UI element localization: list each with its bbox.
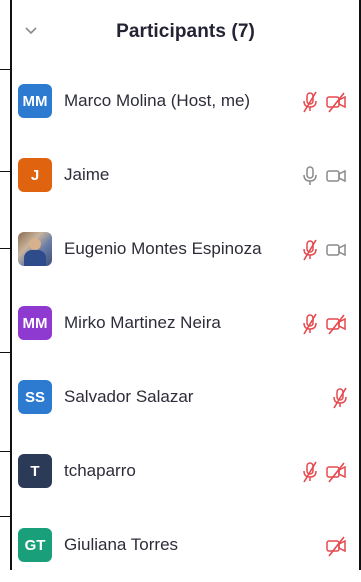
collapse-chevron-icon[interactable] bbox=[20, 20, 42, 42]
participant-name: Mirko Martinez Neira bbox=[64, 313, 221, 332]
participant-name: tchaparro bbox=[64, 461, 136, 480]
participant-row[interactable]: Ttchaparro bbox=[12, 434, 359, 508]
participant-name: Salvador Salazar bbox=[64, 387, 194, 406]
mic-muted-icon[interactable] bbox=[299, 313, 321, 335]
avatar: SS bbox=[18, 380, 52, 414]
left-tick bbox=[0, 516, 12, 517]
avatar: GT bbox=[18, 528, 52, 562]
participant-row[interactable]: Eugenio Montes Espinoza bbox=[12, 212, 359, 286]
participant-status-icons bbox=[299, 286, 359, 360]
mic-icon[interactable] bbox=[299, 165, 321, 187]
left-tick bbox=[0, 451, 12, 452]
participant-status-icons bbox=[299, 360, 359, 434]
video-icon[interactable] bbox=[325, 239, 347, 261]
video-icon[interactable] bbox=[325, 165, 347, 187]
participant-name: Jaime bbox=[64, 165, 110, 184]
participants-panel: Participants (7) MM Marco Molina (Host, m… bbox=[0, 0, 361, 570]
participant-status-icons bbox=[299, 508, 359, 582]
participant-list: MM Marco Molina (Host, me) J Jaime Eugenio M… bbox=[12, 64, 359, 582]
participant-row[interactable]: MM Mirko Martinez Neira bbox=[12, 286, 359, 360]
participant-status-icons bbox=[299, 138, 359, 212]
video-off-icon[interactable] bbox=[325, 461, 347, 483]
avatar: T bbox=[18, 454, 52, 488]
left-tick bbox=[0, 69, 12, 70]
participant-name: Giuliana Torres bbox=[64, 535, 179, 554]
left-tick bbox=[0, 352, 12, 353]
avatar bbox=[18, 232, 52, 266]
video-off-icon[interactable] bbox=[325, 91, 347, 113]
avatar: MM bbox=[18, 84, 52, 118]
left-tick bbox=[0, 171, 12, 172]
participant-name: Marco Molina (Host, me) bbox=[64, 91, 251, 110]
video-off-icon[interactable] bbox=[325, 313, 347, 335]
panel-header: Participants (7) bbox=[12, 0, 359, 64]
mic-muted-icon[interactable] bbox=[299, 91, 321, 113]
participant-row[interactable]: J Jaime bbox=[12, 138, 359, 212]
panel-title: Participants (7) bbox=[116, 21, 255, 42]
avatar: J bbox=[18, 158, 52, 192]
video-off-icon[interactable] bbox=[325, 535, 347, 557]
participant-status-icons bbox=[299, 212, 359, 286]
mic-muted-icon[interactable] bbox=[299, 239, 321, 261]
participant-status-icons bbox=[299, 64, 359, 138]
mic-muted-icon[interactable] bbox=[329, 387, 351, 409]
left-tick bbox=[0, 248, 12, 249]
participant-name: Eugenio Montes Espinoza bbox=[64, 239, 262, 258]
participant-status-icons bbox=[299, 434, 359, 508]
mic-muted-icon[interactable] bbox=[299, 461, 321, 483]
participant-row[interactable]: MM Marco Molina (Host, me) bbox=[12, 64, 359, 138]
participant-row[interactable]: SS Salvador Salazar bbox=[12, 360, 359, 434]
avatar: MM bbox=[18, 306, 52, 340]
participant-row[interactable]: GT Giuliana Torres bbox=[12, 508, 359, 582]
